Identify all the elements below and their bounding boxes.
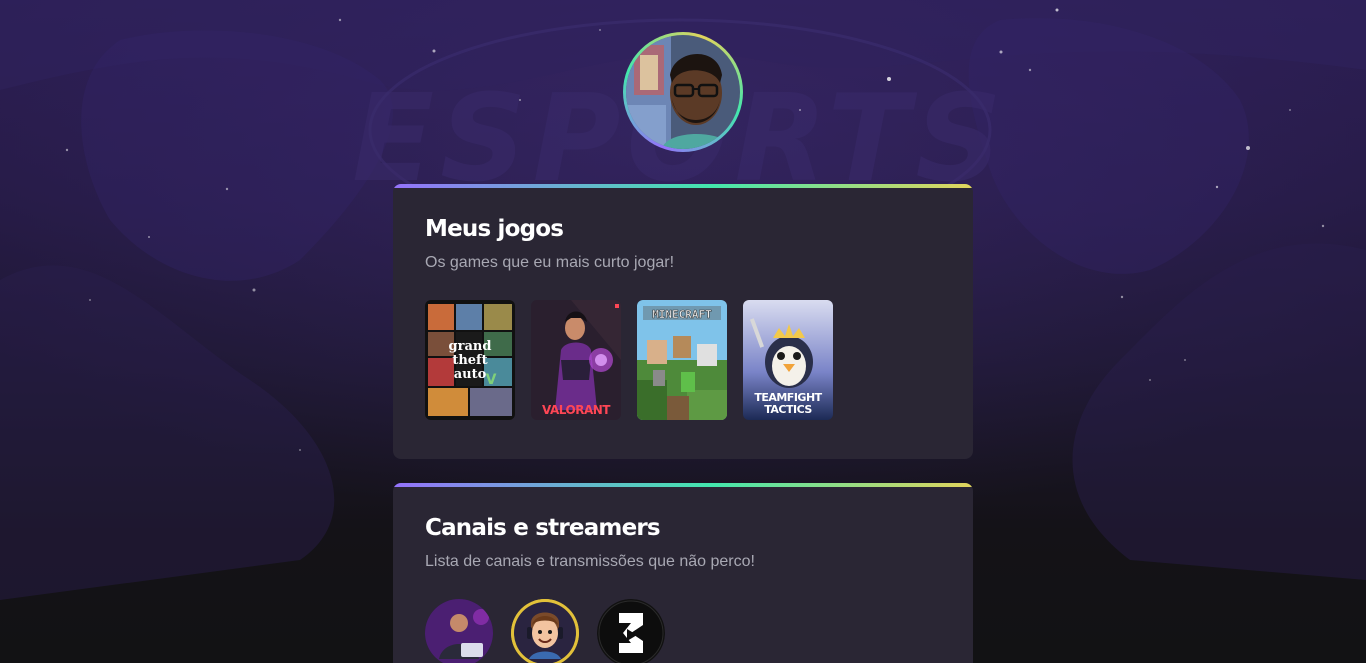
channel-2[interactable] <box>511 599 579 663</box>
channels-card: Canais e streamers Lista de canais e tra… <box>393 483 973 663</box>
svg-text:V: V <box>486 372 497 388</box>
gta-v-cover: grand theft auto V <box>425 300 515 420</box>
user-avatar-photo <box>626 35 740 149</box>
gta-title-theft: theft <box>452 353 487 368</box>
valorant-cover: VALORANT <box>531 300 621 420</box>
tft-title-tactics: TACTICS <box>764 403 812 416</box>
games-section-subtitle: Os games que eu mais curto jogar! <box>425 254 675 271</box>
channel-logo-3 <box>597 599 665 663</box>
teamfight-tactics-cover: TEAMFIGHT TACTICS <box>743 300 833 420</box>
channel-1[interactable] <box>425 599 493 663</box>
games-card: Meus jogos Os games que eu mais curto jo… <box>393 184 973 459</box>
gta-title-grand: grand <box>449 339 492 354</box>
valorant-title: VALORANT <box>542 403 611 417</box>
streamer-avatar-1 <box>425 599 493 663</box>
game-minecraft[interactable]: MINECRAFT <box>637 300 727 420</box>
game-gta-v[interactable]: grand theft auto V <box>425 300 515 420</box>
channels-section-subtitle: Lista de canais e transmissões que não p… <box>425 553 755 570</box>
minecraft-cover: MINECRAFT <box>637 300 727 420</box>
gta-title-auto: auto <box>454 367 487 382</box>
profile-avatar <box>623 32 743 152</box>
channels-list <box>425 599 665 663</box>
game-teamfight-tactics[interactable]: TEAMFIGHT TACTICS <box>743 300 833 420</box>
channels-section-title: Canais e streamers <box>425 515 661 541</box>
game-valorant[interactable]: VALORANT <box>531 300 621 420</box>
games-section-title: Meus jogos <box>425 216 564 242</box>
games-list: grand theft auto V VALORANT MINECRAFT TE… <box>425 300 833 420</box>
minecraft-title: MINECRAFT <box>652 308 712 321</box>
streamer-avatar-2 <box>511 599 579 663</box>
channel-3[interactable] <box>597 599 665 663</box>
